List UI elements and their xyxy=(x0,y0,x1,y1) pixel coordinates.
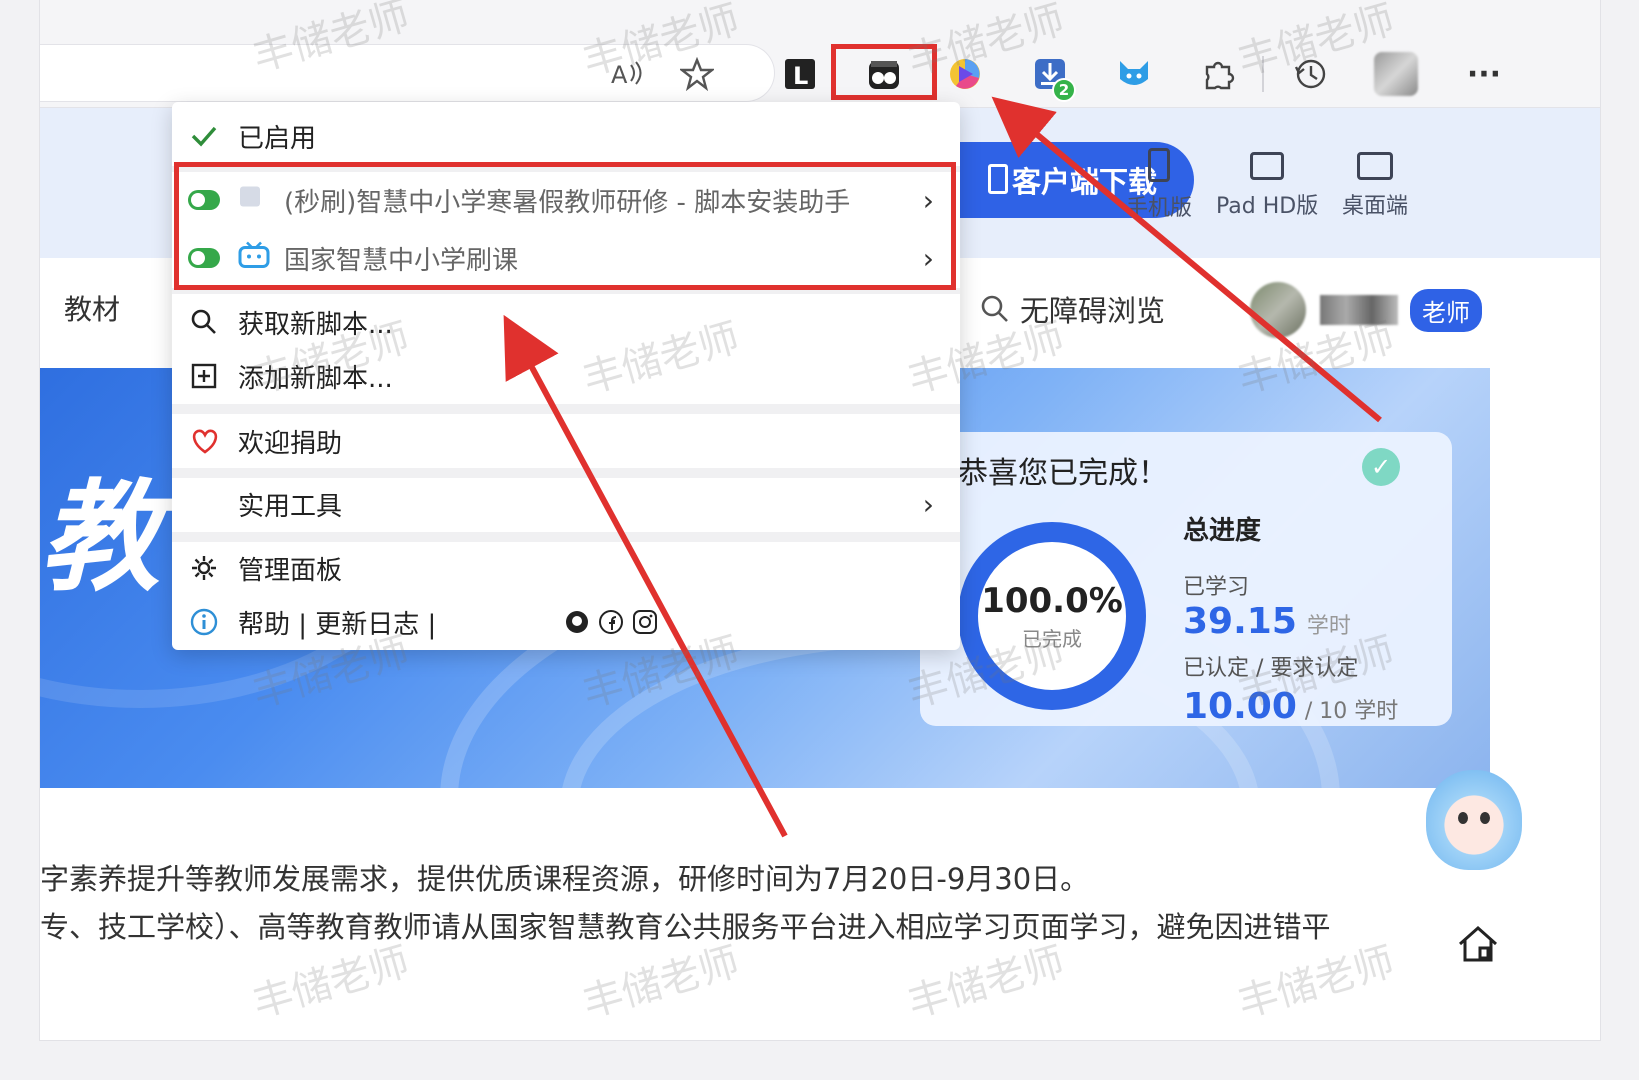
menu-item-enabled[interactable]: 已启用 xyxy=(172,108,960,164)
add-script-label: 添加新脚本... xyxy=(238,363,393,394)
nav-item-textbook[interactable]: 教材 xyxy=(64,288,120,328)
browser-toolbar: A L 2 ··· xyxy=(40,0,1600,108)
get-scripts-label: 获取新脚本... xyxy=(238,309,393,340)
accessibility-link[interactable]: 无障碍浏览 xyxy=(980,288,1165,330)
download-icon[interactable]: 2 xyxy=(1030,54,1076,102)
device-pad[interactable]: Pad HD版 xyxy=(1216,148,1318,220)
congrats-text: 恭喜您已完成！ xyxy=(958,456,1168,491)
menu-item-utilities[interactable]: 实用工具 › xyxy=(172,476,960,532)
address-bar[interactable] xyxy=(40,44,775,102)
download-count-badge: 2 xyxy=(1052,78,1076,102)
progress-percent-label: 已完成 xyxy=(1022,626,1082,651)
add-box-icon xyxy=(190,362,218,390)
accessibility-label: 无障碍浏览 xyxy=(1020,294,1166,328)
mascot-eye xyxy=(1458,812,1468,824)
menu-item-dashboard[interactable]: 管理面板 xyxy=(172,540,960,596)
progress-info: 总进度 已学习 39.15 学时 已认定 / 要求认定 10.00 / 10 学… xyxy=(1183,510,1398,727)
search-icon xyxy=(190,308,218,336)
read-aloud-icon[interactable]: A xyxy=(606,54,646,94)
certified-value: 10.00 xyxy=(1183,686,1297,727)
scripts-highlight-box xyxy=(174,162,956,290)
role-badge: 老师 xyxy=(1410,288,1482,332)
client-download-icon xyxy=(988,164,1008,194)
utilities-label: 实用工具 xyxy=(238,491,343,522)
browser-window: A L 2 ··· 客户端下载 手机版 Pad HD版 桌面端 教材 无障碍浏览… xyxy=(40,0,1600,1040)
user-name-blurred xyxy=(1320,295,1398,325)
menu-item-help[interactable]: 帮助 | 更新日志 | xyxy=(172,594,960,650)
device-desktop-label: 桌面端 xyxy=(1342,194,1409,219)
content-line-1: 字素养提升等教师发展需求，提供优质课程资源，研修时间为7月20日-9月30日。 xyxy=(40,862,1090,896)
heart-icon xyxy=(190,427,220,455)
dashboard-label: 管理面板 xyxy=(238,555,343,586)
tampermonkey-icon[interactable] xyxy=(864,54,904,94)
menu-item-enabled-label: 已启用 xyxy=(238,123,317,154)
certified-label: 已认定 / 要求认定 xyxy=(1183,656,1359,681)
l-extension-icon[interactable]: L xyxy=(780,54,820,94)
studied-unit: 学时 xyxy=(1306,614,1351,639)
history-icon[interactable] xyxy=(1290,54,1330,94)
svg-text:L: L xyxy=(793,62,808,90)
user-area[interactable]: 老师 xyxy=(1250,282,1482,338)
mascot-eye xyxy=(1480,812,1490,824)
phone-icon xyxy=(1148,148,1170,182)
studied-label: 已学习 xyxy=(1183,575,1250,600)
mascot-assistant[interactable] xyxy=(1426,770,1522,870)
social-links xyxy=(564,609,658,635)
device-desktop[interactable]: 桌面端 xyxy=(1342,148,1408,220)
required-value: / 10 学时 xyxy=(1304,699,1399,724)
instagram-icon[interactable] xyxy=(632,609,658,635)
toolbar-divider xyxy=(1262,56,1264,92)
github-icon[interactable] xyxy=(564,609,590,635)
color-picker-extension-icon[interactable] xyxy=(945,54,985,94)
progress-percent: 100.0% xyxy=(981,580,1123,621)
search-icon xyxy=(981,295,1008,322)
banner-title: 教 xyxy=(40,469,160,608)
menu-item-donate[interactable]: 欢迎捐助 xyxy=(172,413,960,469)
user-avatar xyxy=(1250,282,1306,338)
device-mobile-label: 手机版 xyxy=(1126,196,1193,221)
menu-item-get-scripts[interactable]: 获取新脚本... xyxy=(172,294,960,350)
completed-check-icon: ✓ xyxy=(1362,448,1400,486)
menu-item-add-script[interactable]: 添加新脚本... xyxy=(172,348,960,404)
info-icon xyxy=(190,608,218,636)
donate-label: 欢迎捐助 xyxy=(238,428,343,459)
gear-icon xyxy=(190,554,218,582)
facebook-icon[interactable] xyxy=(598,609,624,635)
progress-title: 总进度 xyxy=(1183,516,1262,546)
checkmark-icon xyxy=(190,124,218,148)
content-line-2: 专、技工学校）、高等教育教师请从国家智慧教育公共服务平台进入相应学习页面学习，避… xyxy=(40,910,1331,944)
profile-avatar-icon[interactable] xyxy=(1372,50,1420,98)
tablet-icon xyxy=(1250,152,1285,180)
svg-text:A: A xyxy=(611,61,628,89)
extensions-puzzle-icon[interactable] xyxy=(1198,54,1238,94)
device-mobile[interactable]: 手机版 xyxy=(1126,148,1192,222)
cat-extension-icon[interactable] xyxy=(1114,54,1154,94)
more-options-icon[interactable]: ··· xyxy=(1464,54,1504,94)
progress-ring: 100.0% 已完成 xyxy=(958,522,1146,710)
chevron-right-icon: › xyxy=(922,487,934,521)
home-icon[interactable] xyxy=(1456,924,1500,968)
favorite-star-icon[interactable] xyxy=(677,54,717,94)
device-pad-label: Pad HD版 xyxy=(1216,194,1319,219)
help-changelog-label: 帮助 | 更新日志 | xyxy=(238,609,437,640)
desktop-icon xyxy=(1357,152,1393,180)
studied-value: 39.15 xyxy=(1183,601,1297,642)
